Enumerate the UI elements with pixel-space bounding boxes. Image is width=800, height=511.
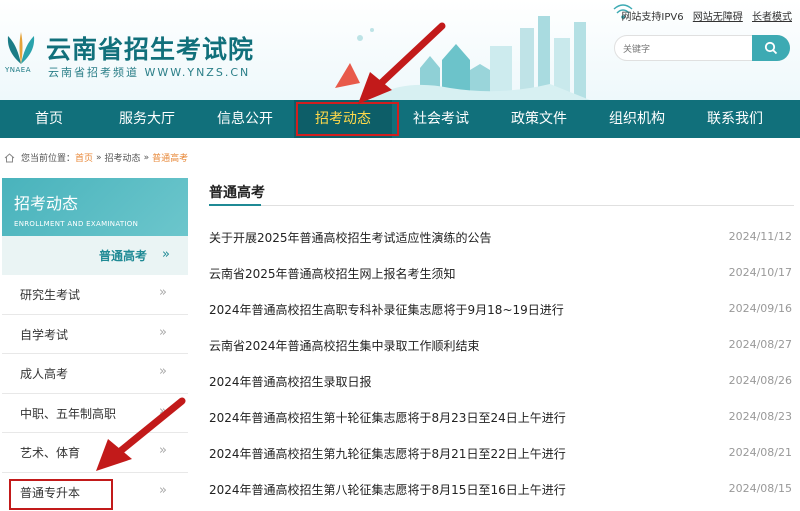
chevron-double-right-icon: » bbox=[159, 324, 167, 340]
nav-label: 服务大厅 bbox=[119, 111, 175, 127]
section-title-underline bbox=[209, 204, 261, 206]
list-item[interactable]: 云南省2024年普通高校招生集中录取工作顺利结束 2024/08/27 bbox=[209, 326, 794, 362]
news-date: 2024/08/27 bbox=[728, 338, 792, 351]
nav-label: 信息公开 bbox=[217, 111, 273, 127]
nav-item-service-hall[interactable]: 服务大厅 bbox=[98, 100, 196, 138]
news-title[interactable]: 2024年普通高校招生第八轮征集志愿将于8月15日至16日上午进行 bbox=[209, 481, 566, 498]
list-item[interactable]: 2024年普通高校招生第八轮征集志愿将于8月15日至16日上午进行 2024/08… bbox=[209, 470, 794, 506]
sidebar-item-label: 艺术、体育 bbox=[20, 446, 81, 460]
nav-item-contact[interactable]: 联系我们 bbox=[686, 100, 784, 138]
list-item[interactable]: 云南省2025年普通高校招生网上报名考生须知 2024/10/17 bbox=[209, 254, 794, 290]
elder-mode-link[interactable]: 长者模式 bbox=[752, 12, 792, 23]
news-list: 关于开展2025年普通高校招生考试适应性演练的公告 2024/11/12 云南省2… bbox=[209, 218, 794, 506]
nav-item-admission-news[interactable]: 招考动态 bbox=[294, 100, 399, 138]
news-date: 2024/09/16 bbox=[728, 302, 792, 315]
home-icon bbox=[4, 152, 15, 162]
news-date: 2024/08/23 bbox=[728, 410, 792, 423]
highlight-box bbox=[296, 102, 399, 136]
nav-item-policy-docs[interactable]: 政策文件 bbox=[490, 100, 588, 138]
sidebar-item-adult[interactable]: 成人高考 » bbox=[2, 354, 188, 394]
news-title[interactable]: 2024年普通高校招生第十轮征集志愿将于8月23日至24日上午进行 bbox=[209, 409, 566, 426]
site-header: YNAEA 云南省招生考试院 云南省招考频道 WWW.YNZS.CN 网站支持I… bbox=[0, 0, 800, 100]
sidebar-item-vocational[interactable]: 中职、五年制高职 » bbox=[2, 394, 188, 433]
nav-item-organization[interactable]: 组织机构 bbox=[588, 100, 686, 138]
list-item[interactable]: 2024年普通高校招生录取日报 2024/08/26 bbox=[209, 362, 794, 398]
chevron-double-right-icon: » bbox=[159, 285, 167, 300]
nav-label: 政策文件 bbox=[511, 111, 567, 127]
chevron-double-right-icon: » bbox=[159, 443, 167, 458]
skyline-illustration-icon bbox=[335, 16, 590, 100]
breadcrumb: 您当前位置： 首页 » 招考动态 » 普通高考 bbox=[4, 151, 188, 164]
sidebar-item-label: 普通专升本 bbox=[20, 485, 81, 500]
list-item[interactable]: 2024年普通高校招生第十轮征集志愿将于8月23日至24日上午进行 2024/08… bbox=[209, 398, 794, 434]
logo-abbr: YNAEA bbox=[5, 66, 32, 74]
breadcrumb-admission-news[interactable]: 招考动态 bbox=[105, 151, 141, 164]
sidebar-title: 招考动态 bbox=[14, 194, 79, 213]
news-date: 2024/10/17 bbox=[728, 266, 792, 279]
news-title[interactable]: 云南省2024年普通高校招生集中录取工作顺利结束 bbox=[209, 337, 480, 354]
section-title: 普通高考 bbox=[209, 185, 265, 201]
sidebar-item-label: 研究生考试 bbox=[20, 288, 81, 302]
news-title[interactable]: 关于开展2025年普通高校招生考试适应性演练的公告 bbox=[209, 229, 492, 246]
sidebar-title-en: ENROLLMENT AND EXAMINATION bbox=[14, 220, 139, 228]
breadcrumb-current: 普通高考 bbox=[152, 154, 189, 164]
chevron-double-right-icon: » bbox=[159, 482, 167, 498]
sidebar: 招考动态 ENROLLMENT AND EXAMINATION 普通高考 » 研… bbox=[2, 178, 188, 511]
nav-label: 联系我们 bbox=[707, 111, 763, 127]
sidebar-item-label: 自学考试 bbox=[20, 327, 69, 342]
nav-item-social-exams[interactable]: 社会考试 bbox=[392, 100, 490, 138]
chevron-double-right-icon: » bbox=[159, 364, 167, 379]
news-title[interactable]: 云南省2025年普通高校招生网上报名考生须知 bbox=[209, 265, 456, 282]
sidebar-item-graduate[interactable]: 研究生考试 » bbox=[2, 275, 188, 315]
list-item[interactable]: 2024年普通高校招生高职专科补录征集志愿将于9月18~19日进行 2024/09… bbox=[209, 290, 794, 326]
search-input[interactable] bbox=[623, 40, 743, 57]
main-nav: 首页 服务大厅 信息公开 招考动态 社会考试 政策文件 组织机构 联系我们 bbox=[0, 100, 800, 138]
news-date: 2024/11/12 bbox=[728, 230, 792, 243]
search-icon bbox=[764, 41, 778, 55]
search-box bbox=[614, 35, 790, 61]
nav-item-info-disclosure[interactable]: 信息公开 bbox=[196, 100, 294, 138]
news-date: 2024/08/15 bbox=[728, 482, 792, 495]
site-subtitle: 云南省招考频道 WWW.YNZS.CN bbox=[48, 66, 251, 79]
sidebar-item-active[interactable]: 普通高考 » bbox=[2, 236, 188, 275]
top-links: 网站支持IPV6 网站无障碍 长者模式 bbox=[615, 8, 792, 23]
list-item[interactable]: 关于开展2025年普通高校招生考试适应性演练的公告 2024/11/12 bbox=[209, 218, 794, 254]
chevron-double-right-icon: » bbox=[162, 247, 170, 262]
breadcrumb-prefix: 您当前位置： bbox=[21, 154, 76, 164]
sidebar-item-self-study[interactable]: 自学考试 » bbox=[2, 315, 188, 354]
accessible-mode-link[interactable]: 网站无障碍 bbox=[693, 12, 743, 23]
sidebar-item-upgrade[interactable]: 普通专升本 » bbox=[2, 473, 188, 511]
news-date: 2024/08/21 bbox=[728, 446, 792, 459]
breadcrumb-separator: » bbox=[143, 152, 150, 163]
news-date: 2024/08/26 bbox=[728, 374, 792, 387]
breadcrumb-home[interactable]: 首页 bbox=[75, 151, 93, 164]
ipv6-link: 网站支持IPV6 bbox=[621, 12, 684, 23]
logo-icon[interactable] bbox=[4, 30, 38, 66]
site-title[interactable]: 云南省招生考试院 bbox=[46, 30, 254, 66]
nav-item-home[interactable]: 首页 bbox=[0, 100, 98, 138]
news-title[interactable]: 2024年普通高校招生第九轮征集志愿将于8月21日至22日上午进行 bbox=[209, 445, 566, 462]
nav-label: 社会考试 bbox=[413, 111, 469, 127]
chevron-double-right-icon: » bbox=[159, 403, 167, 419]
section-divider bbox=[209, 205, 794, 206]
breadcrumb-separator: » bbox=[96, 152, 102, 163]
nav-label: 首页 bbox=[35, 111, 63, 127]
search-button[interactable] bbox=[752, 35, 790, 61]
sidebar-header: 招考动态 ENROLLMENT AND EXAMINATION bbox=[2, 178, 188, 236]
news-title[interactable]: 2024年普通高校招生录取日报 bbox=[209, 373, 372, 390]
news-title[interactable]: 2024年普通高校招生高职专科补录征集志愿将于9月18~19日进行 bbox=[209, 301, 564, 318]
sidebar-item-label: 普通高考 bbox=[99, 249, 148, 263]
sidebar-item-label: 中职、五年制高职 bbox=[20, 406, 117, 421]
sidebar-item-label: 成人高考 bbox=[20, 367, 69, 381]
sidebar-item-art-sports[interactable]: 艺术、体育 » bbox=[2, 433, 188, 473]
nav-label: 组织机构 bbox=[609, 111, 665, 127]
list-item[interactable]: 2024年普通高校招生第九轮征集志愿将于8月21日至22日上午进行 2024/08… bbox=[209, 434, 794, 470]
